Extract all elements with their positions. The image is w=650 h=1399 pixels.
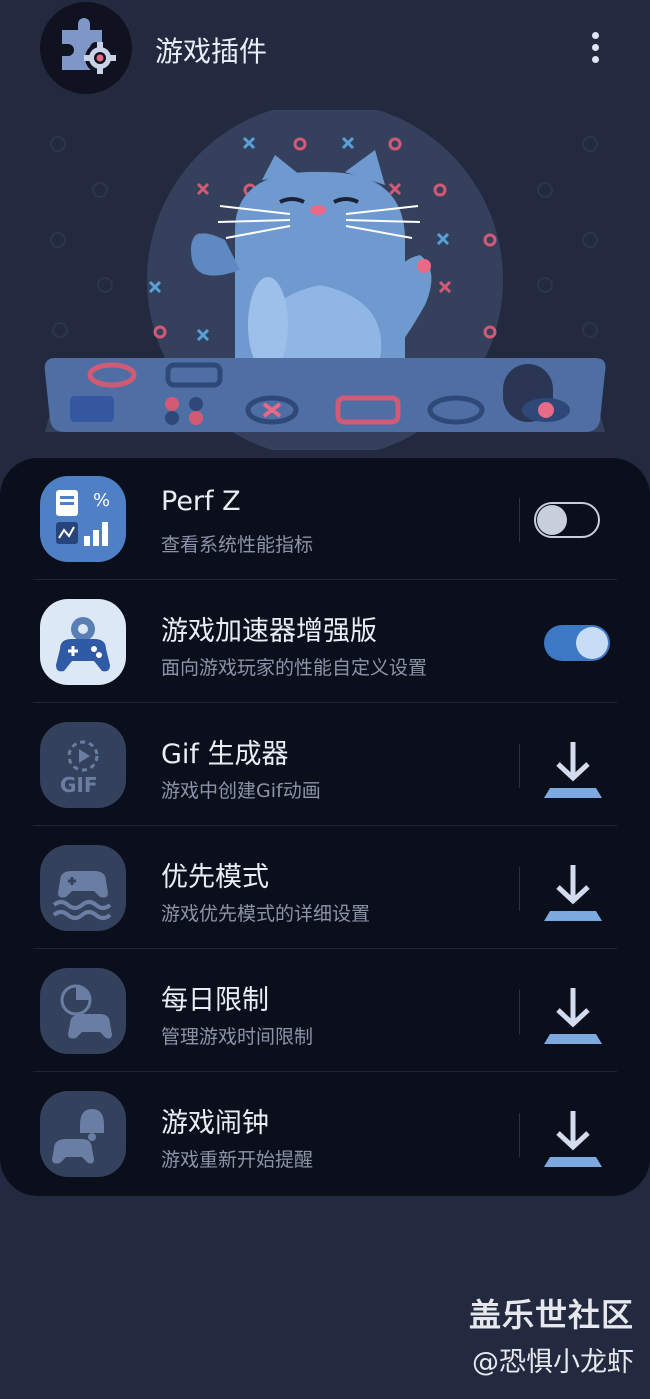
plugin-name: 游戏闹钟	[161, 1108, 269, 1139]
plugin-description: 管理游戏时间限制	[161, 1026, 314, 1048]
divider	[33, 702, 617, 703]
game-alarm-icon	[40, 1091, 126, 1177]
plugin-description: 面向游戏玩家的性能自定义设置	[161, 657, 428, 679]
daily-limit-icon	[40, 968, 126, 1054]
divider	[33, 579, 617, 580]
priority-mode-icon	[40, 845, 126, 931]
cat-keyboard-illustration	[0, 102, 650, 458]
plugin-row-game-booster-plus[interactable]: 游戏加速器增强版 面向游戏玩家的性能自定义设置	[0, 581, 650, 703]
page-title: 游戏插件	[155, 35, 268, 68]
svg-text:%: %	[93, 490, 110, 511]
toggle-knob	[576, 627, 608, 659]
divider	[519, 990, 520, 1034]
plugin-name: 优先模式	[161, 862, 269, 893]
plugin-row-game-alarm[interactable]: 游戏闹钟 游戏重新开始提醒	[0, 1073, 650, 1195]
perf-z-toggle[interactable]	[534, 502, 600, 538]
divider	[519, 498, 520, 542]
divider	[519, 867, 520, 911]
download-icon[interactable]	[542, 861, 604, 925]
plugin-name: 每日限制	[161, 985, 269, 1016]
plugin-description: 游戏优先模式的详细设置	[161, 903, 371, 925]
plugin-name: 游戏加速器增强版	[161, 616, 377, 647]
plugin-description: 游戏中创建Gif动画	[161, 780, 321, 802]
divider	[519, 744, 520, 788]
download-icon[interactable]	[542, 738, 604, 802]
divider	[33, 825, 617, 826]
svg-text:GIF: GIF	[60, 773, 98, 797]
perf-z-icon: %	[40, 476, 126, 562]
download-icon[interactable]	[542, 1107, 604, 1171]
divider	[519, 1113, 520, 1157]
plugin-description: 游戏重新开始提醒	[161, 1149, 314, 1171]
plugin-row-daily-limit[interactable]: 每日限制 管理游戏时间限制	[0, 950, 650, 1072]
plugin-row-perf-z[interactable]: % Perf Z 查看系统性能指标	[0, 458, 650, 580]
plugin-list: % Perf Z 查看系统性能指标 游戏加速器增强版 面向游戏玩家的性能自定义设…	[0, 458, 650, 1196]
divider	[33, 948, 617, 949]
more-vertical-icon[interactable]	[580, 28, 610, 68]
plugin-row-priority-mode[interactable]: 优先模式 游戏优先模式的详细设置	[0, 827, 650, 949]
game-booster-plus-toggle[interactable]	[544, 625, 610, 661]
gif-maker-icon: GIF	[40, 722, 126, 808]
watermark-title: 盖乐世社区	[468, 1296, 634, 1334]
download-icon[interactable]	[542, 984, 604, 1048]
watermark-author: @恐惧小龙虾	[472, 1347, 634, 1378]
divider	[33, 1071, 617, 1072]
plugin-description: 查看系统性能指标	[161, 534, 314, 556]
plugin-row-gif-maker[interactable]: GIF Gif 生成器 游戏中创建Gif动画	[0, 704, 650, 826]
game-booster-plus-icon	[40, 599, 126, 685]
puzzle-gear-icon	[40, 2, 132, 94]
plugin-name: Perf Z	[161, 486, 241, 517]
toggle-knob	[537, 505, 567, 535]
top-bar: 游戏插件	[0, 0, 650, 96]
plugin-name: Gif 生成器	[161, 739, 289, 770]
